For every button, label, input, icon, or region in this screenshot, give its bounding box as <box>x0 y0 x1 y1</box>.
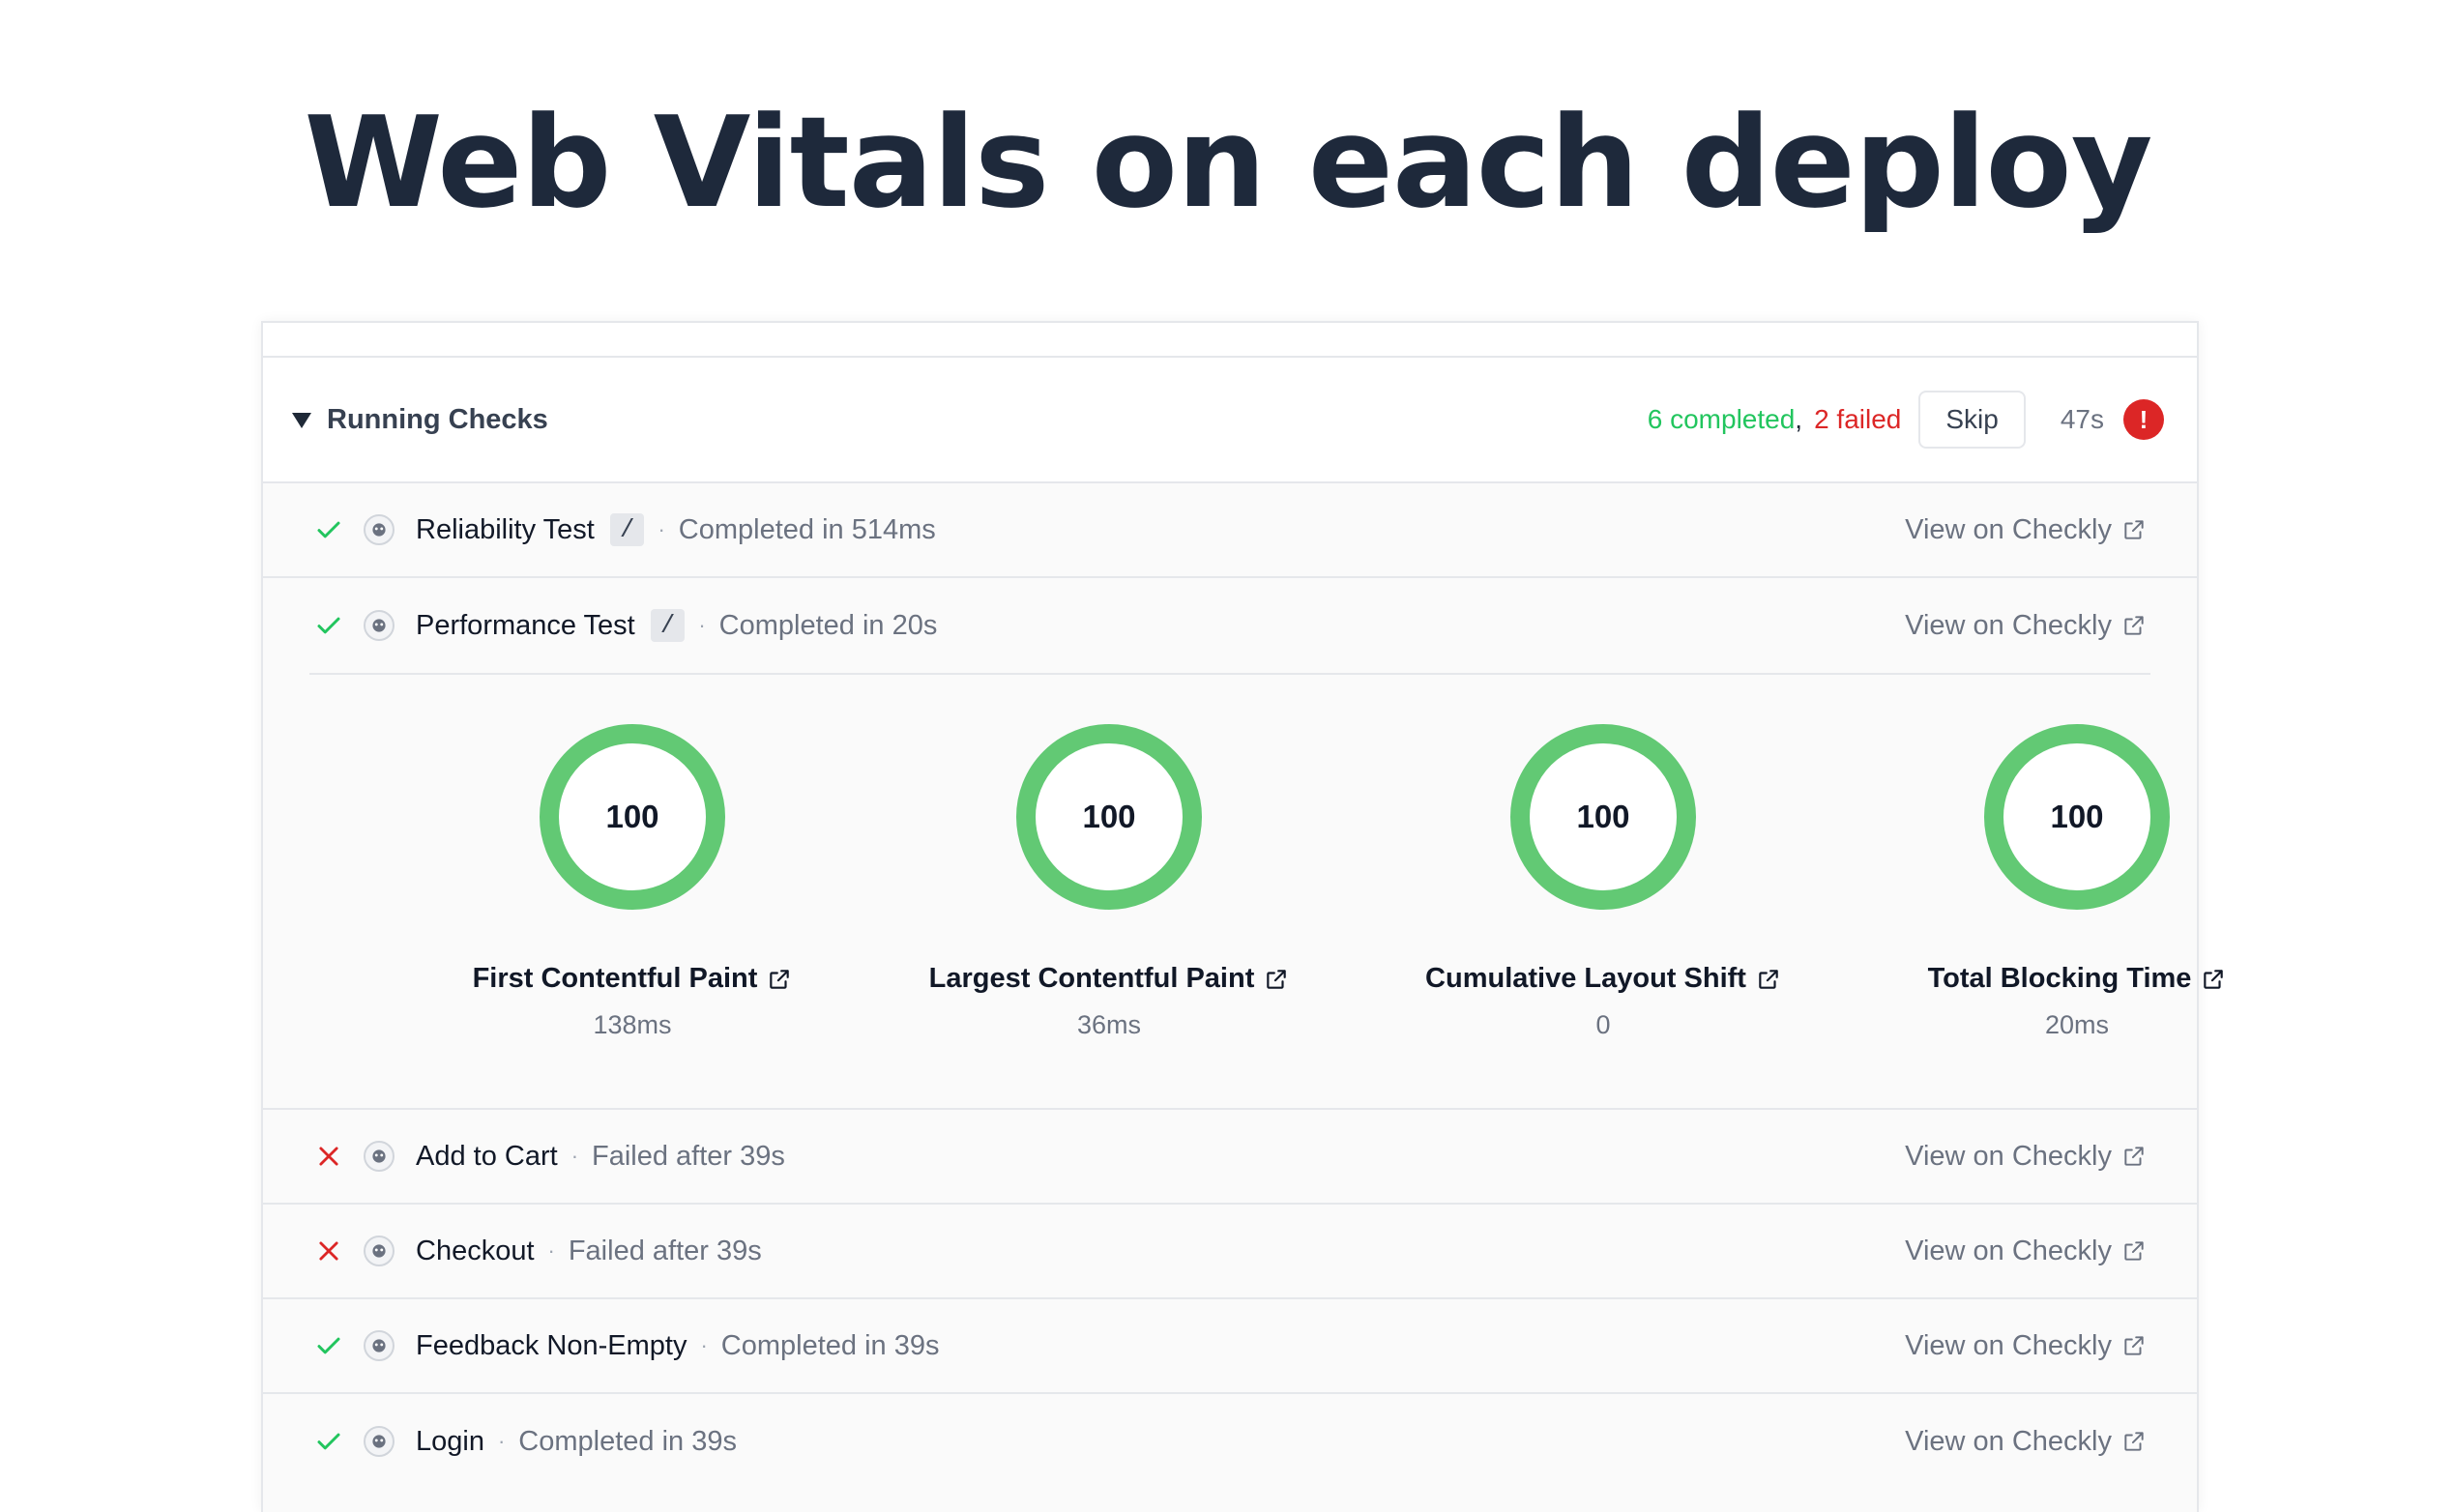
link-label: View on Checkly <box>1905 1140 2112 1172</box>
check-status: Completed in 39s <box>720 1329 940 1361</box>
check-name: Login <box>416 1425 484 1457</box>
check-name: Add to Cart <box>416 1140 558 1172</box>
check-icon <box>313 610 344 641</box>
view-on-checkly-link[interactable]: View on Checkly <box>1905 1141 2147 1173</box>
metric-link[interactable]: First Contentful Paint <box>429 963 835 995</box>
completed-count: 6 completed <box>1647 404 1796 434</box>
x-icon <box>313 1236 344 1266</box>
separator-dot: · <box>658 517 665 541</box>
score-value: 100 <box>2050 799 2103 834</box>
header-title: Running Checks <box>327 403 548 435</box>
view-on-checkly-link[interactable]: View on Checkly <box>1905 610 2147 642</box>
check-name: Checkout <box>416 1235 535 1266</box>
collapse-triangle-icon[interactable] <box>292 413 311 428</box>
avatar-icon <box>364 610 395 641</box>
elapsed-time: 47s <box>2060 404 2104 434</box>
separator-dot: · <box>700 1333 708 1357</box>
check-status: Failed after 39s <box>592 1140 785 1172</box>
path-chip: / <box>609 513 645 546</box>
avatar-icon <box>364 514 395 545</box>
metric-value: 138ms <box>593 1010 672 1039</box>
check-row-performance-test: Performance Test / · Completed in 20s Vi… <box>263 578 2197 673</box>
avatar-icon <box>364 1236 395 1266</box>
hero-title: Web Vitals on each deploy <box>304 89 2153 236</box>
metric-first-contentful-paint: 100 First Contentful Paint 138ms <box>429 723 835 1040</box>
check-row-checkout: Checkout · Failed after 39s View on Chec… <box>263 1205 2197 1299</box>
path-chip: / <box>650 609 686 642</box>
panel-top-bar <box>263 323 2197 358</box>
score-ring: 100 <box>540 724 725 910</box>
link-label: View on Checkly <box>1905 513 2112 545</box>
metric-label: Total Blocking Time <box>1927 963 2192 994</box>
failed-count: 2 failed <box>1814 404 1902 434</box>
score-ring: 100 <box>1510 724 1696 910</box>
checks-panel: Running Checks 6 completed , 2 failed Sk… <box>261 321 2224 1512</box>
metric-value: 0 <box>1595 1010 1611 1039</box>
metric-cumulative-layout-shift: 100 Cumulative Layout Shift 0 <box>1400 723 1806 1040</box>
check-name: Reliability Test <box>416 513 595 545</box>
metric-largest-contentful-paint: 100 Largest Contentful Paint 36ms <box>906 723 1312 1040</box>
separator-dot: · <box>570 1144 579 1168</box>
check-row-add-to-cart: Add to Cart · Failed after 39s View on C… <box>263 1110 2197 1205</box>
count-separator: , <box>1795 404 1803 434</box>
external-link-icon <box>1267 969 1287 989</box>
score-value: 100 <box>605 799 658 834</box>
external-link-icon <box>2124 1336 2144 1355</box>
external-link-icon <box>770 969 790 989</box>
avatar-icon <box>364 1141 395 1172</box>
remaining-checks: Add to Cart · Failed after 39s View on C… <box>263 1108 2197 1489</box>
check-name: Performance Test <box>416 609 635 641</box>
external-link-icon <box>2124 616 2144 635</box>
check-icon <box>313 514 344 545</box>
check-status: Completed in 39s <box>518 1425 737 1457</box>
metric-link[interactable]: Total Blocking Time <box>1874 963 2280 995</box>
link-label: View on Checkly <box>1905 1235 2112 1266</box>
metric-link[interactable]: Cumulative Layout Shift <box>1400 963 1806 995</box>
view-on-checkly-link[interactable]: View on Checkly <box>1905 514 2147 546</box>
check-icon <box>313 1426 344 1457</box>
metric-value: 36ms <box>1076 1010 1142 1039</box>
avatar-icon <box>364 1330 395 1361</box>
external-link-icon <box>2124 1241 2144 1261</box>
score-ring: 100 <box>1016 724 1202 910</box>
external-link-icon <box>2204 969 2224 989</box>
check-status: Completed in 20s <box>718 609 938 641</box>
check-icon <box>313 1330 344 1361</box>
external-link-icon <box>2124 520 2144 539</box>
link-label: View on Checkly <box>1905 609 2112 641</box>
x-icon <box>313 1141 344 1172</box>
check-status: Completed in 514ms <box>678 513 936 545</box>
link-label: View on Checkly <box>1905 1425 2112 1457</box>
metric-label: Largest Contentful Paint <box>928 963 1255 994</box>
separator-dot: · <box>547 1238 555 1263</box>
link-label: View on Checkly <box>1905 1329 2112 1361</box>
web-vitals-metrics: 100 First Contentful Paint 138ms 100 Lar… <box>309 673 2224 1110</box>
check-name: Feedback Non-Empty <box>416 1329 687 1361</box>
separator-dot: · <box>497 1429 506 1453</box>
check-row-feedback-non-empty: Feedback Non-Empty · Completed in 39s Vi… <box>263 1299 2197 1394</box>
external-link-icon <box>2124 1147 2144 1166</box>
check-status: Failed after 39s <box>568 1235 762 1266</box>
external-link-icon <box>2124 1432 2144 1451</box>
score-ring: 100 <box>1984 724 2170 910</box>
metric-link[interactable]: Largest Contentful Paint <box>906 963 1312 995</box>
view-on-checkly-link[interactable]: View on Checkly <box>1905 1330 2147 1362</box>
metric-label: Cumulative Layout Shift <box>1425 963 1746 994</box>
metric-total-blocking-time: 100 Total Blocking Time 20ms <box>1874 723 2280 1040</box>
metric-label: First Contentful Paint <box>472 963 758 994</box>
metric-value: 20ms <box>2044 1010 2110 1039</box>
avatar-icon <box>364 1426 395 1457</box>
score-value: 100 <box>1082 799 1135 834</box>
skip-button[interactable]: Skip <box>1918 391 2026 449</box>
check-row-reliability-test: Reliability Test / · Completed in 514ms … <box>263 483 2197 578</box>
score-value: 100 <box>1576 799 1629 834</box>
separator-dot: · <box>698 613 706 637</box>
running-checks-header[interactable]: Running Checks 6 completed , 2 failed Sk… <box>263 358 2197 483</box>
header-summary: 6 completed , 2 failed Skip 47s ! <box>1648 391 2164 449</box>
view-on-checkly-link[interactable]: View on Checkly <box>1905 1236 2147 1267</box>
view-on-checkly-link[interactable]: View on Checkly <box>1905 1426 2147 1458</box>
external-link-icon <box>1759 969 1778 989</box>
check-row-login: Login · Completed in 39s View on Checkly <box>263 1394 2197 1489</box>
alert-icon[interactable]: ! <box>2123 399 2164 440</box>
